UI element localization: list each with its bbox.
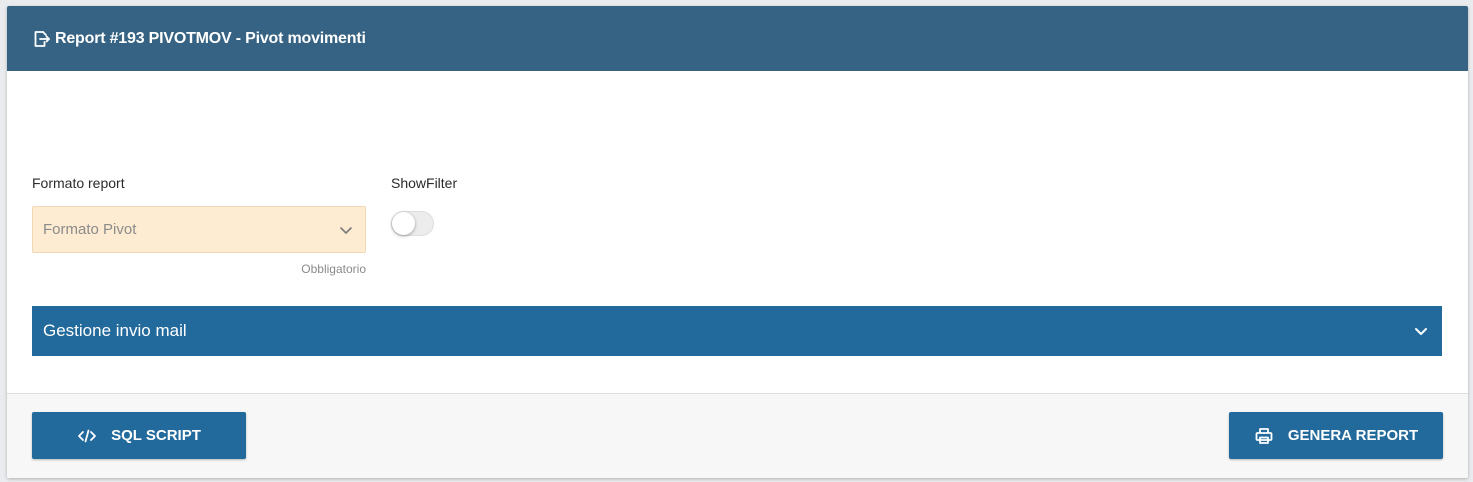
sql-script-label: SQL SCRIPT [111,427,201,444]
chevron-down-icon [339,223,353,237]
form-body: Formato report Formato Pivot Obbligatori… [7,71,1468,393]
formato-report-value: Formato Pivot [43,221,137,238]
required-hint: Obbligatorio [301,262,366,276]
chevron-down-icon [1413,323,1429,339]
accordion-label: Gestione invio mail [43,321,187,340]
gestione-invio-mail-accordion[interactable]: Gestione invio mail [32,306,1442,356]
page-title: Report #193 PIVOTMOV - Pivot movimenti [55,29,366,47]
report-card: Report #193 PIVOTMOV - Pivot movimenti F… [7,6,1468,478]
card-header: Report #193 PIVOTMOV - Pivot movimenti [7,6,1468,71]
formato-report-label: Formato report [32,175,125,191]
export-file-icon [31,29,51,49]
toggle-knob [392,212,415,235]
code-icon [77,426,97,446]
genera-report-button[interactable]: GENERA REPORT [1229,412,1443,459]
printer-icon [1254,426,1274,446]
formato-report-select[interactable]: Formato Pivot [32,206,366,253]
card-footer: SQL SCRIPT GENERA REPORT [7,393,1468,478]
genera-report-label: GENERA REPORT [1287,427,1419,444]
showfilter-toggle[interactable] [391,211,434,236]
showfilter-label: ShowFilter [391,175,458,191]
sql-script-button[interactable]: SQL SCRIPT [32,412,246,459]
